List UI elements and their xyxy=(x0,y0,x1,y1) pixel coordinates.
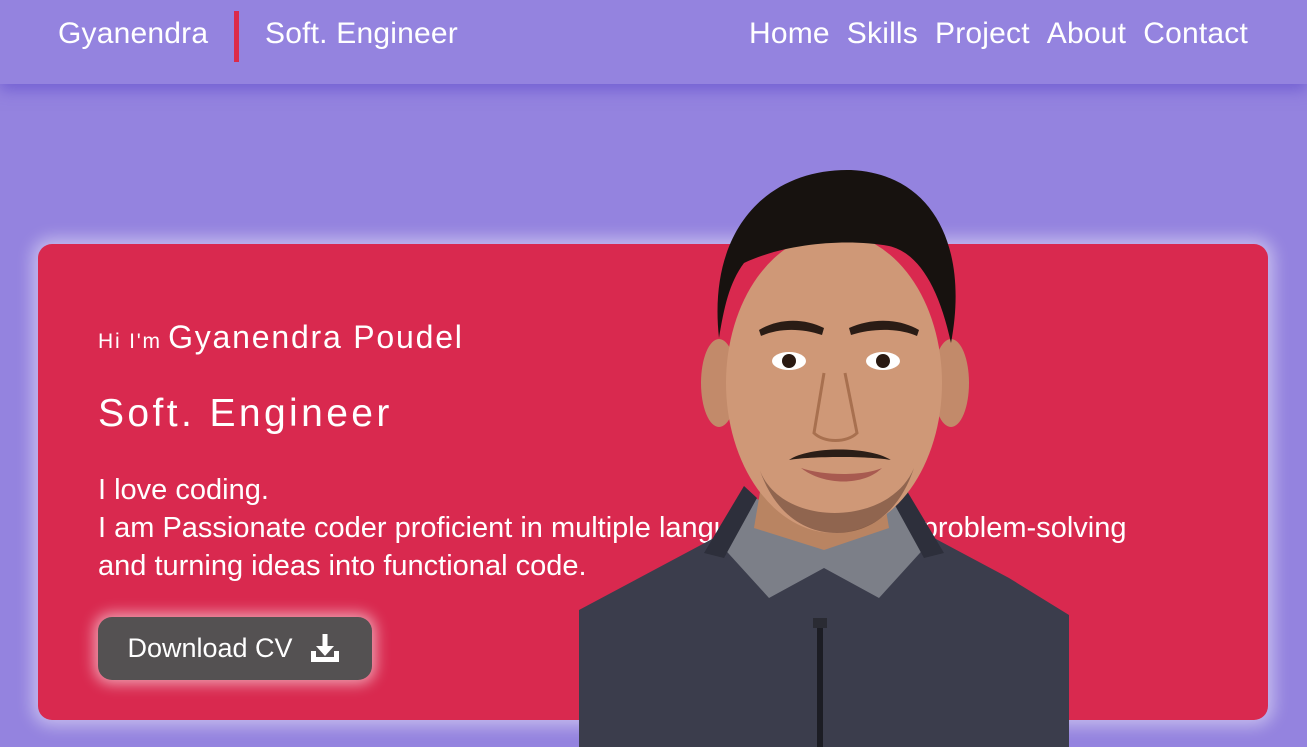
nav-link-about[interactable]: About xyxy=(1047,16,1126,52)
download-icon xyxy=(307,631,343,667)
nav-link-contact[interactable]: Contact xyxy=(1143,16,1248,52)
hero-role: Soft. Engineer xyxy=(98,392,393,435)
greeting: Hi I'm Gyanendra Poudel xyxy=(98,319,464,356)
greeting-prefix: Hi I'm xyxy=(98,330,162,353)
profile-photo xyxy=(579,169,1069,747)
download-cv-button[interactable]: Download CV xyxy=(98,617,372,680)
nav-link-skills[interactable]: Skills xyxy=(847,16,918,52)
nav-link-project[interactable]: Project xyxy=(935,16,1030,52)
nav-links: Home Skills Project About Contact xyxy=(749,16,1248,52)
brand-title: Soft. Engineer xyxy=(265,17,458,50)
brand-divider xyxy=(234,11,239,62)
download-cv-label: Download CV xyxy=(127,633,293,663)
brand-name[interactable]: Gyanendra xyxy=(58,16,208,52)
hero-name: Gyanendra Poudel xyxy=(168,319,464,355)
nav-link-home[interactable]: Home xyxy=(749,16,830,52)
top-navbar: Gyanendra Soft. Engineer Home Skills Pro… xyxy=(0,0,1307,84)
